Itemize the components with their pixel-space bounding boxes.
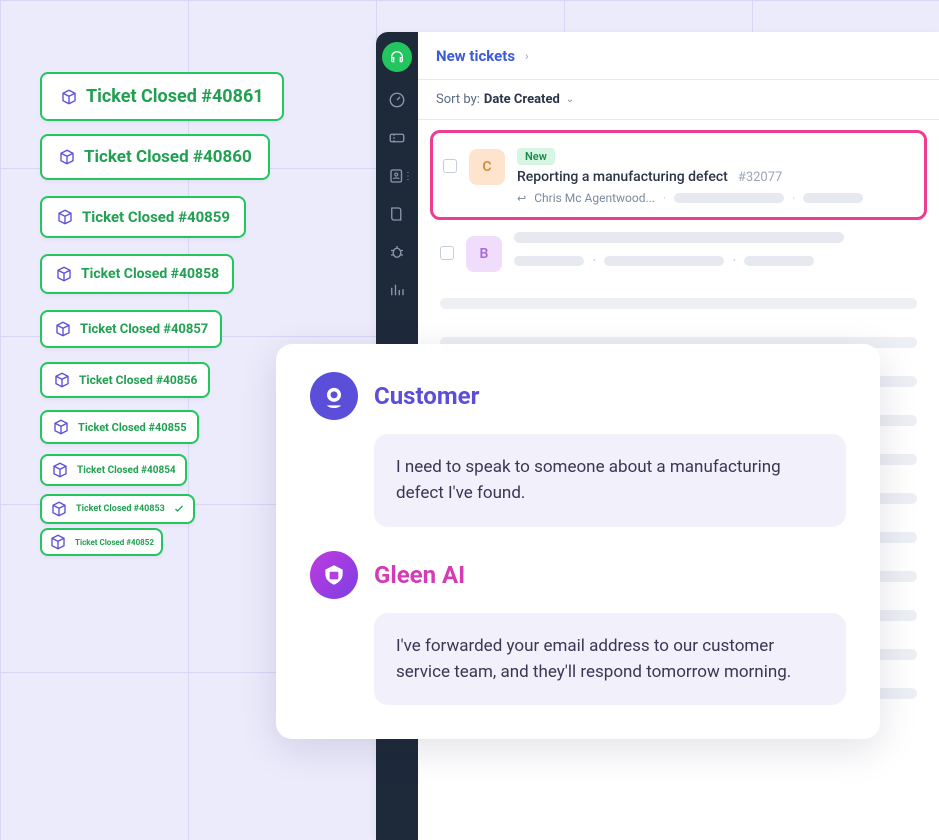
chevron-right-icon[interactable]: › xyxy=(525,49,529,63)
ticket-closed-label: Ticket Closed #40861 xyxy=(86,86,264,107)
ticket-closed-pill: Ticket Closed #40860 xyxy=(40,134,270,180)
sort-control[interactable]: Sort by: Date Created ⌄ xyxy=(418,80,939,120)
ticket-closed-label: Ticket Closed #40853 xyxy=(76,504,165,514)
reply-icon: ↩ xyxy=(517,192,526,205)
nav-gauge-icon[interactable] xyxy=(387,90,407,110)
package-icon xyxy=(55,265,73,283)
page-title[interactable]: New tickets xyxy=(436,47,515,65)
ticket-closed-pill: Ticket Closed #40858 xyxy=(40,254,234,294)
ticket-closed-pill: Ticket Closed #40855 xyxy=(40,410,199,444)
gleen-header: Gleen AI xyxy=(310,551,846,599)
ticket-row-highlighted[interactable]: C New Reporting a manufacturing defect #… xyxy=(430,130,927,220)
gleen-avatar-icon xyxy=(310,551,358,599)
ticket-closed-label: Ticket Closed #40856 xyxy=(79,373,197,387)
customer-label: Customer xyxy=(374,382,479,410)
avatar: B xyxy=(466,236,502,272)
ticket-closed-pill: Ticket Closed #40856 xyxy=(40,362,210,398)
row-checkbox[interactable] xyxy=(443,159,457,173)
header: New tickets › xyxy=(418,32,939,80)
nav-chart-icon[interactable] xyxy=(387,280,407,300)
ticket-closed-label: Ticket Closed #40852 xyxy=(75,538,154,547)
gleen-message-bubble: I've forwarded your email address to our… xyxy=(374,613,846,706)
headset-icon xyxy=(389,49,405,65)
package-icon xyxy=(54,320,72,338)
ticket-closed-pill: Ticket Closed #40854 xyxy=(40,454,187,486)
avatar: C xyxy=(469,149,505,185)
ticket-closed-pill: Ticket Closed #40859 xyxy=(40,196,246,238)
package-icon xyxy=(58,148,76,166)
ticket-closed-label: Ticket Closed #40859 xyxy=(82,208,230,226)
ticket-closed-pill: Ticket Closed #40853 xyxy=(40,494,195,524)
package-icon xyxy=(49,533,67,551)
package-icon xyxy=(53,371,71,389)
chat-card: Customer I need to speak to someone abou… xyxy=(276,344,880,739)
ticket-closed-label: Ticket Closed #40860 xyxy=(84,147,252,167)
nav-book-icon[interactable] xyxy=(387,204,407,224)
package-icon xyxy=(52,418,70,436)
ticket-from: Chris Mc Agentwood... xyxy=(534,191,655,205)
ticket-closed-label: Ticket Closed #40858 xyxy=(81,266,219,282)
chevron-down-icon: ⌄ xyxy=(566,94,574,105)
status-badge: New xyxy=(517,148,555,165)
package-icon xyxy=(56,208,74,226)
row-checkbox[interactable] xyxy=(440,246,454,260)
ticket-closed-label: Ticket Closed #40857 xyxy=(80,322,208,337)
app-logo[interactable] xyxy=(382,42,412,72)
ticket-closed-pill: Ticket Closed #40852 xyxy=(40,528,163,556)
ticket-closed-label: Ticket Closed #40854 xyxy=(77,465,176,476)
ticket-row[interactable]: B · · xyxy=(430,220,927,284)
ticket-closed-pill: Ticket Closed #40857 xyxy=(40,310,222,348)
customer-message-bubble: I need to speak to someone about a manuf… xyxy=(374,434,846,527)
gleen-label: Gleen AI xyxy=(374,561,465,589)
check-icon xyxy=(173,503,185,515)
nav-ticket-icon[interactable] xyxy=(387,128,407,148)
sort-prefix: Sort by: xyxy=(436,92,480,107)
nav-bug-icon[interactable] xyxy=(387,242,407,262)
package-icon xyxy=(50,500,68,518)
ticket-id: #32077 xyxy=(738,170,783,185)
nav-contacts-icon[interactable] xyxy=(387,166,407,186)
ticket-closed-pill: Ticket Closed #40861 xyxy=(40,72,284,121)
ticket-subject: Reporting a manufacturing defect xyxy=(517,169,728,185)
ticket-closed-label: Ticket Closed #40855 xyxy=(78,421,187,434)
customer-avatar-icon xyxy=(310,372,358,420)
package-icon xyxy=(60,88,78,106)
customer-header: Customer xyxy=(310,372,846,420)
sort-value: Date Created xyxy=(484,92,560,107)
package-icon xyxy=(51,461,69,479)
